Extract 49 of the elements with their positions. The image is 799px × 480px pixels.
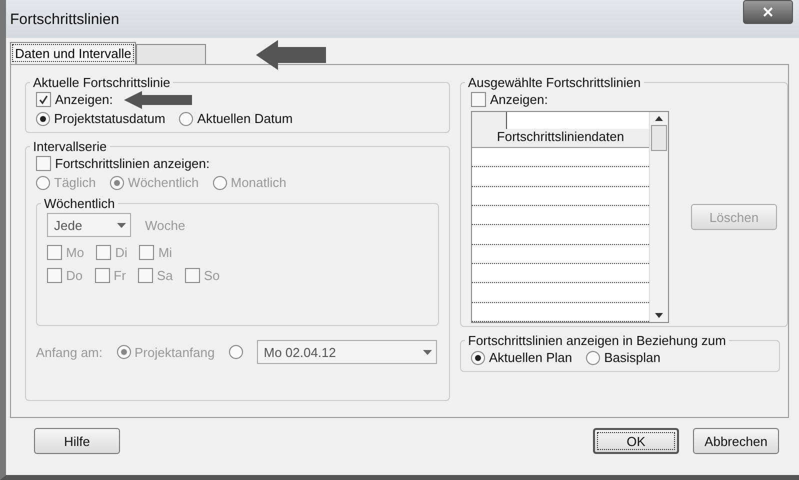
checkbox-label: Anzeigen: bbox=[55, 92, 113, 107]
checkbox-label: So bbox=[204, 268, 220, 283]
tab[interactable] bbox=[136, 44, 206, 64]
radio-label: Projektstatusdatum bbox=[54, 111, 166, 126]
group-title: Wöchentlich bbox=[43, 196, 116, 211]
dialog-button[interactable]: OK bbox=[593, 428, 679, 454]
radio-label: Aktuellen Datum bbox=[197, 111, 293, 126]
checkbox-label: Fortschrittslinien anzeigen: bbox=[55, 156, 210, 171]
help-button[interactable]: Hilfe bbox=[34, 428, 120, 454]
header-cell bbox=[472, 112, 507, 130]
checkbox[interactable] bbox=[471, 92, 486, 107]
radio-button[interactable] bbox=[36, 112, 50, 126]
checkbox-label: Mo bbox=[66, 245, 84, 260]
radio-label: Aktuellen Plan bbox=[489, 350, 572, 365]
scroll-thumb[interactable] bbox=[651, 125, 667, 151]
checkbox-label: Anzeigen: bbox=[490, 92, 548, 107]
checkbox-label: Fr bbox=[114, 268, 126, 283]
checkbox-label: Sa bbox=[156, 268, 173, 283]
scroll-up-icon[interactable] bbox=[655, 116, 663, 121]
pointer-arrow-icon bbox=[124, 91, 192, 109]
column-header: Fortschrittsliniendaten bbox=[472, 129, 649, 148]
group-title: Intervallserie bbox=[32, 139, 108, 154]
unit-label: Woche bbox=[145, 218, 186, 232]
group-title: Aktuelle Fortschrittslinie bbox=[32, 75, 172, 90]
radio-label: Monatlich bbox=[230, 175, 286, 190]
group-title: Fortschrittslinien anzeigen in Beziehung zum bbox=[467, 333, 727, 348]
dropdown-caret-icon bbox=[117, 222, 126, 228]
radio-label: Projektanfang bbox=[134, 344, 215, 360]
checkbox[interactable] bbox=[36, 92, 51, 107]
close-icon bbox=[763, 7, 773, 17]
close-button[interactable] bbox=[743, 0, 793, 24]
window-title: Fortschrittslinien bbox=[10, 10, 120, 28]
radio-button[interactable] bbox=[586, 350, 600, 364]
dropdown-caret-icon bbox=[422, 350, 432, 354]
checkbox-label: Di bbox=[115, 245, 128, 260]
scroll-down-icon[interactable] bbox=[655, 313, 663, 318]
radio-label: Basisplan bbox=[604, 350, 660, 365]
dialog-button[interactable]: Abbrechen bbox=[693, 428, 779, 454]
checkbox-label: Do bbox=[66, 268, 83, 283]
checkbox-label: Mi bbox=[158, 245, 172, 260]
pointer-arrow-icon bbox=[256, 40, 326, 70]
group-title: Ausgewählte Fortschrittslinien bbox=[467, 75, 642, 90]
radio-label: Täglich bbox=[54, 175, 96, 190]
radio-button[interactable] bbox=[471, 350, 485, 364]
start-label: Anfang am: bbox=[36, 344, 102, 360]
scrollbar[interactable] bbox=[649, 112, 668, 322]
tab[interactable]: Daten und Intervalle bbox=[10, 42, 136, 64]
radio-label: Wöchentlich bbox=[128, 175, 199, 190]
radio-button[interactable] bbox=[179, 112, 194, 126]
